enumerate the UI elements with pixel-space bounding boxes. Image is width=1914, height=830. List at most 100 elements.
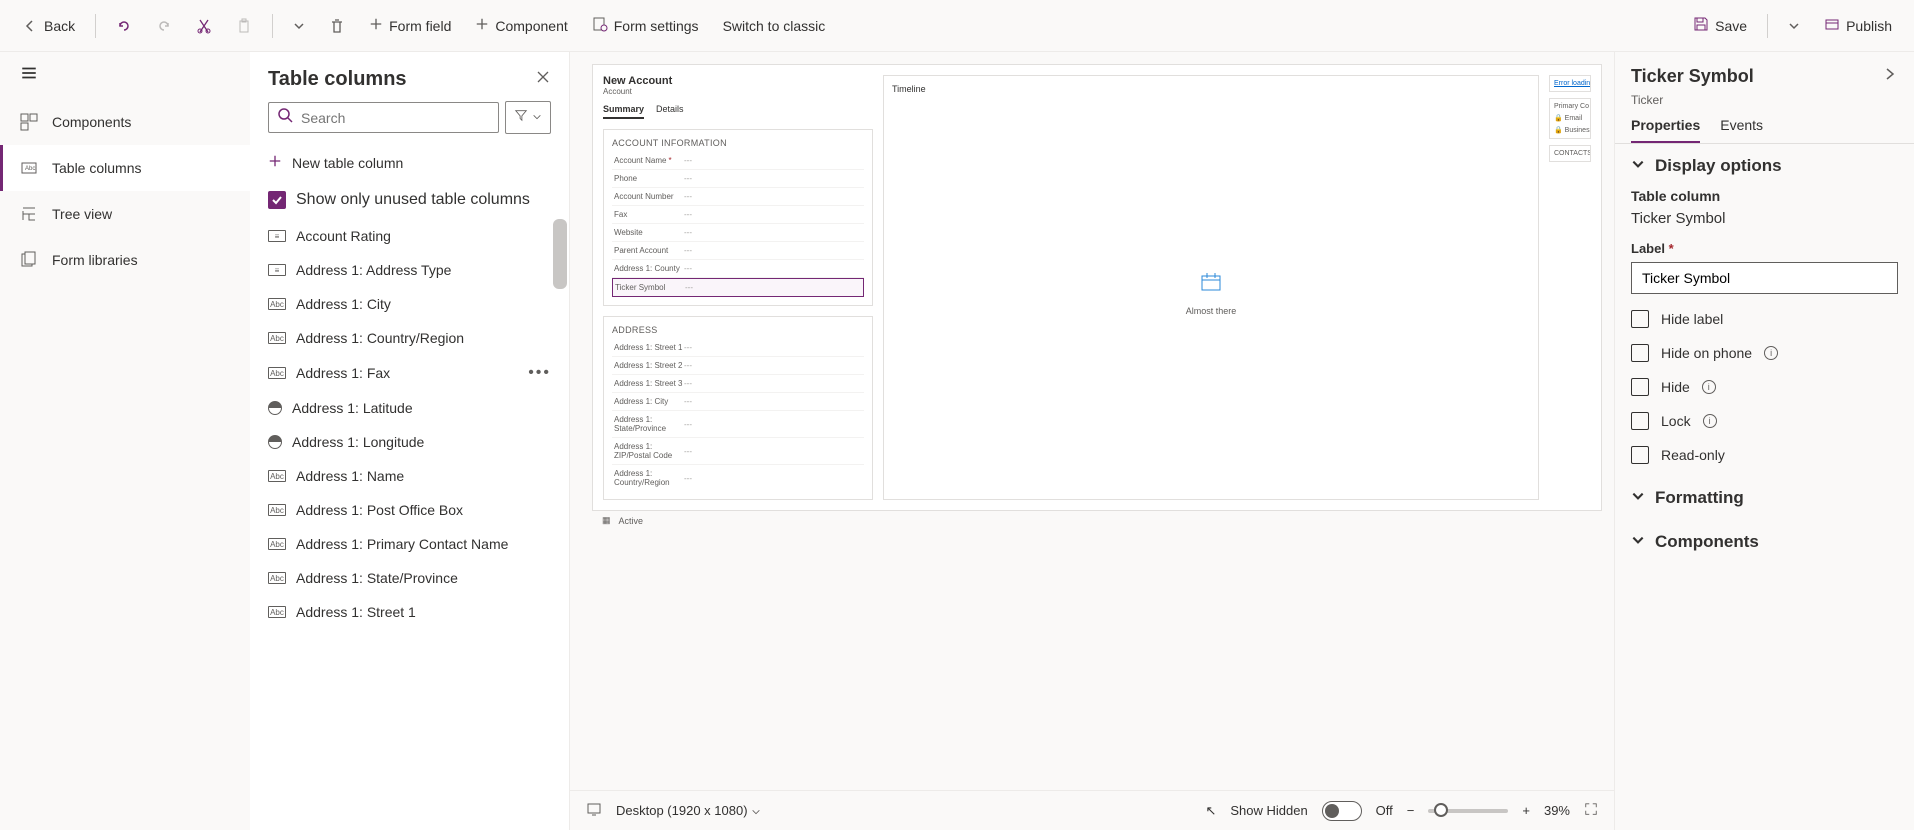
form-libraries-icon — [20, 251, 38, 269]
redo-button[interactable] — [146, 12, 182, 40]
tab-events[interactable]: Events — [1720, 117, 1763, 143]
form-field[interactable]: Phone--- — [612, 170, 864, 188]
form-field[interactable]: Address 1: Street 2--- — [612, 357, 864, 375]
show-unused-row[interactable]: Show only unused table columns — [250, 181, 569, 219]
checkbox[interactable] — [1631, 344, 1649, 362]
add-component-button[interactable]: Component — [465, 11, 577, 40]
column-item[interactable]: AbcAddress 1: State/Province — [250, 561, 569, 595]
section-account-info[interactable]: ACCOUNT INFORMATION Account Name*---Phon… — [603, 129, 873, 306]
checkbox[interactable] — [1631, 378, 1649, 396]
paste-dropdown[interactable] — [283, 14, 315, 38]
column-item[interactable]: ≡Address 1: Address Type — [250, 253, 569, 287]
form-field[interactable]: Address 1: Street 3--- — [612, 375, 864, 393]
section-formatting[interactable]: Formatting — [1631, 488, 1898, 508]
column-item[interactable]: AbcAddress 1: Name — [250, 459, 569, 493]
info-icon[interactable]: i — [1764, 346, 1778, 360]
field-label: Address 1: City — [614, 397, 684, 406]
viewport-icon — [586, 801, 602, 820]
label-input[interactable] — [1631, 262, 1898, 294]
form-field[interactable]: Account Number--- — [612, 188, 864, 206]
form-field[interactable]: Address 1: County--- — [612, 260, 864, 278]
tab-properties[interactable]: Properties — [1631, 117, 1700, 143]
checkbox[interactable] — [1631, 412, 1649, 430]
add-form-field-button[interactable]: Form field — [359, 11, 461, 40]
checkbox[interactable] — [1631, 310, 1649, 328]
column-label: Address 1: Address Type — [296, 262, 451, 278]
error-card[interactable]: Error loading — [1549, 75, 1591, 92]
field-label: Address 1: County — [614, 264, 684, 273]
form-tab-details[interactable]: Details — [656, 104, 684, 119]
timeline-status: Almost there — [1186, 306, 1237, 316]
save-button[interactable]: Save — [1683, 10, 1757, 41]
check-hide[interactable]: Hide i — [1631, 378, 1898, 396]
column-item[interactable]: AbcAddress 1: Country/Region — [250, 321, 569, 355]
section-address[interactable]: ADDRESS Address 1: Street 1---Address 1:… — [603, 316, 873, 500]
undo-button[interactable] — [106, 12, 142, 40]
check-lock[interactable]: Lock i — [1631, 412, 1898, 430]
zoom-in-button[interactable]: + — [1522, 803, 1530, 818]
form-tab-summary[interactable]: Summary — [603, 104, 644, 119]
form-field[interactable]: Address 1: State/Province--- — [612, 411, 864, 438]
column-item[interactable]: AbcAddress 1: Street 1 — [250, 595, 569, 629]
column-item[interactable]: AbcAddress 1: Fax••• — [250, 355, 569, 391]
form-field[interactable]: Address 1: Street 1--- — [612, 339, 864, 357]
primary-contact-card[interactable]: Primary Co 🔒 Email 🔒 Business — [1549, 98, 1591, 139]
checkbox[interactable] — [1631, 446, 1649, 464]
info-icon[interactable]: i — [1702, 380, 1716, 394]
publish-button[interactable]: Publish — [1814, 10, 1902, 41]
search-input[interactable] — [301, 110, 490, 126]
viewport-selector[interactable]: Desktop (1920 x 1080) — [616, 803, 761, 818]
form-field[interactable]: Address 1: Country/Region--- — [612, 465, 864, 491]
check-hide-on-phone[interactable]: Hide on phone i — [1631, 344, 1898, 362]
section-components[interactable]: Components — [1631, 532, 1898, 552]
nav-form-libraries[interactable]: Form libraries — [0, 237, 250, 283]
column-label: Address 1: Primary Contact Name — [296, 536, 508, 552]
column-item[interactable]: AbcAddress 1: Post Office Box — [250, 493, 569, 527]
filter-button[interactable] — [505, 101, 551, 134]
show-unused-checkbox[interactable] — [268, 191, 286, 209]
scrollbar-thumb[interactable] — [553, 219, 567, 289]
column-item[interactable]: AbcAddress 1: City — [250, 287, 569, 321]
back-button[interactable]: Back — [12, 12, 85, 40]
paste-button[interactable] — [226, 12, 262, 40]
section-title: ACCOUNT INFORMATION — [612, 138, 864, 148]
save-dropdown[interactable] — [1778, 14, 1810, 38]
switch-classic-button[interactable]: Switch to classic — [713, 12, 836, 40]
more-button[interactable]: ••• — [528, 364, 551, 382]
section-display-options[interactable]: Display options — [1631, 156, 1898, 176]
timeline-card[interactable]: Timeline Almost there — [883, 75, 1539, 500]
form-field[interactable]: Account Name*--- — [612, 152, 864, 170]
check-read-only[interactable]: Read-only — [1631, 446, 1898, 464]
form-field[interactable]: Ticker Symbol--- — [612, 278, 864, 297]
chevron-right-icon[interactable] — [1882, 66, 1898, 87]
cut-button[interactable] — [186, 12, 222, 40]
form-settings-button[interactable]: Form settings — [582, 10, 709, 41]
nav-components[interactable]: Components — [0, 99, 250, 145]
check-hide-label[interactable]: Hide label — [1631, 310, 1898, 328]
column-item[interactable]: AbcAddress 1: Primary Contact Name — [250, 527, 569, 561]
close-panel-button[interactable] — [535, 69, 551, 90]
chevron-down-icon — [532, 109, 542, 127]
nav-tree-view[interactable]: Tree view — [0, 191, 250, 237]
hamburger-button[interactable] — [0, 52, 250, 99]
show-hidden-toggle[interactable] — [1322, 801, 1362, 821]
info-icon[interactable]: i — [1703, 414, 1717, 428]
column-item[interactable]: Address 1: Latitude — [250, 391, 569, 425]
new-table-column-button[interactable]: New table column — [250, 144, 569, 181]
field-label: Account Number — [614, 192, 684, 201]
form-field[interactable]: Parent Account--- — [612, 242, 864, 260]
form-field[interactable]: Address 1: City--- — [612, 393, 864, 411]
zoom-slider[interactable] — [1428, 809, 1508, 813]
form-field[interactable]: Address 1: ZIP/Postal Code--- — [612, 438, 864, 465]
column-item[interactable]: ≡Account Rating — [250, 219, 569, 253]
form-field[interactable]: Website--- — [612, 224, 864, 242]
column-label: Address 1: Post Office Box — [296, 502, 463, 518]
fit-screen-button[interactable] — [1584, 802, 1598, 819]
zoom-out-button[interactable]: − — [1407, 803, 1415, 818]
nav-table-columns[interactable]: Abc Table columns — [0, 145, 250, 191]
search-box[interactable] — [268, 102, 499, 133]
form-field[interactable]: Fax--- — [612, 206, 864, 224]
delete-button[interactable] — [319, 12, 355, 40]
column-item[interactable]: Address 1: Longitude — [250, 425, 569, 459]
contacts-card[interactable]: CONTACTS — [1549, 145, 1591, 162]
